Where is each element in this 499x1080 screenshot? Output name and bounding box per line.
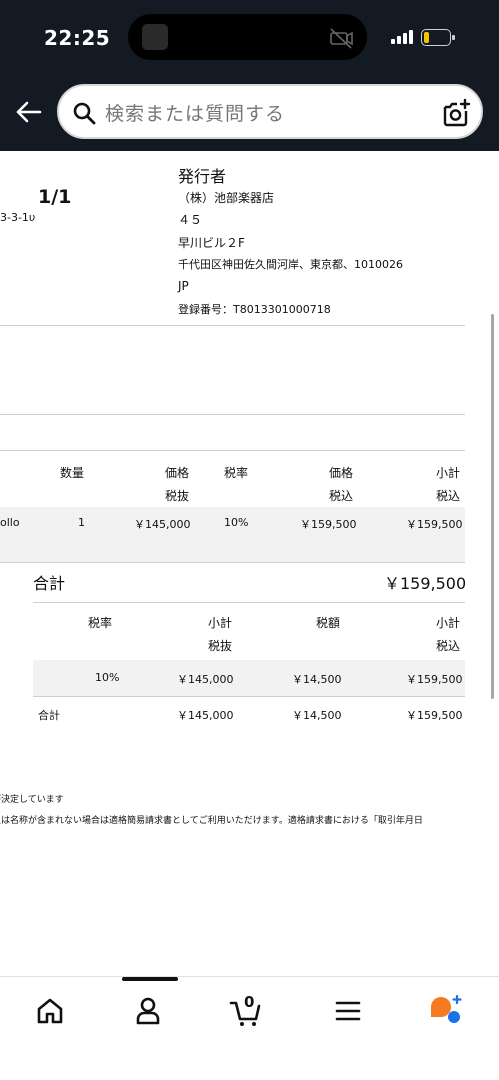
cart-count: 0 — [244, 993, 255, 1011]
tax-total-label: 合計 — [38, 709, 60, 722]
tax-col-rate-header: 税率 — [88, 616, 113, 630]
camera-off-icon — [330, 28, 353, 49]
divider — [0, 562, 465, 563]
tax-col-incl-header: 小計 — [436, 616, 461, 630]
cart-button[interactable]: 0 — [228, 993, 264, 1029]
home-icon[interactable] — [32, 993, 68, 1029]
tax-total-subtotal: ￥145,000 — [177, 709, 234, 722]
note-line: が決定しています — [0, 795, 64, 805]
tax-col-subtotal-header: 小計 — [208, 616, 233, 630]
search-icon — [73, 102, 96, 125]
search-input[interactable]: 検索または質問する — [105, 99, 285, 126]
col-subtotal-header: 小計 — [436, 466, 461, 480]
now-playing-thumbnail — [142, 24, 168, 50]
app-header: 22:25 検索または質問する — [0, 0, 499, 151]
tax-row-subtotal: ￥145,000 — [177, 673, 234, 686]
status-time: 22:25 — [44, 26, 111, 50]
total-value: ￥159,500 — [384, 574, 467, 593]
divider — [0, 414, 465, 415]
bottom-nav: 0 — [0, 976, 499, 1080]
divider — [33, 696, 465, 697]
scrollbar[interactable] — [491, 314, 494, 699]
invoice-document: 1/1 3-3-1υ 発行者 （株）池部楽器店 ４５ 早川ビル２F 千代田区神田… — [0, 151, 499, 976]
issuer-heading: 発行者 — [178, 167, 227, 186]
issuer-registration: 登録番号：T8013301000718 — [178, 303, 331, 316]
item-price-incl: ￥159,500 — [300, 518, 357, 531]
page-indicator: 1/1 — [38, 186, 72, 208]
tax-col-subtotal-sub-header: 税抜 — [208, 639, 233, 653]
item-price-excl: ￥145,000 — [134, 518, 191, 531]
col-quantity-header: 数量 — [60, 466, 85, 480]
total-label: 合計 — [33, 574, 66, 593]
menu-icon[interactable] — [330, 993, 366, 1029]
item-quantity: 1 — [78, 516, 85, 529]
tax-row-incl: ￥159,500 — [406, 673, 463, 686]
divider — [0, 450, 465, 451]
issuer-address-2: 早川ビル２F — [178, 236, 245, 250]
assistant-icon[interactable] — [428, 993, 464, 1029]
back-arrow-icon[interactable] — [14, 98, 42, 126]
col-price-sub-header: 税抜 — [165, 489, 190, 503]
issuer-company: （株）池部楽器店 — [178, 191, 275, 205]
account-icon[interactable] — [130, 993, 166, 1029]
cellular-signal-icon — [391, 30, 415, 44]
tax-total-incl: ￥159,500 — [406, 709, 463, 722]
tax-total-amount: ￥14,500 — [292, 709, 342, 722]
divider — [0, 325, 465, 326]
issuer-country: JP — [178, 279, 189, 293]
issuer-address-3: 千代田区神田佐久間河岸、東京都、1010026 — [178, 258, 403, 271]
item-subtotal: ￥159,500 — [406, 518, 463, 531]
col-price-header: 価格 — [165, 466, 190, 480]
divider — [33, 602, 465, 603]
col-price-incl-header: 価格 — [329, 466, 354, 480]
tax-col-amount-header: 税額 — [316, 616, 341, 630]
item-tax-rate: 10% — [224, 516, 249, 529]
tax-row-rate: 10% — [95, 671, 120, 684]
item-name: ollo — [0, 516, 20, 529]
note-line: 又は名称が含まれない場合は適格簡易請求書としてご利用いただけます。適格請求書にお… — [0, 816, 423, 826]
col-tax-rate-header: 税率 — [224, 466, 249, 480]
tax-col-incl-sub-header: 税込 — [436, 639, 461, 653]
battery-icon — [421, 29, 455, 46]
issuer-address-1: ４５ — [178, 213, 203, 227]
tax-row-amount: ￥14,500 — [292, 673, 342, 686]
search-bar[interactable]: 検索または質問する — [57, 84, 483, 139]
col-subtotal-sub-header: 税込 — [436, 489, 461, 503]
col-price-incl-sub-header: 税込 — [329, 489, 354, 503]
camera-search-icon[interactable] — [441, 98, 471, 128]
address-fragment: 3-3-1υ — [0, 211, 36, 224]
active-tab-indicator — [122, 977, 178, 981]
